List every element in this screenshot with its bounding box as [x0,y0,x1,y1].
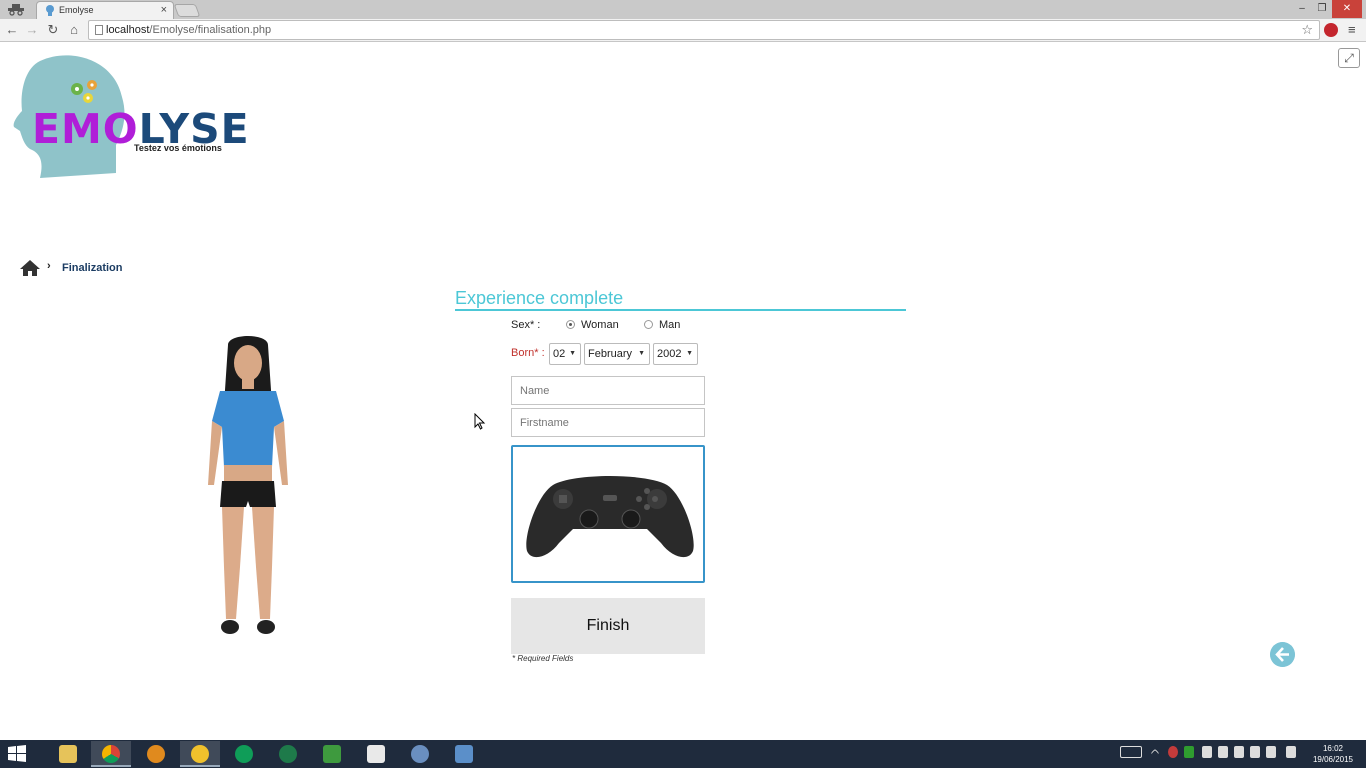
taskbar-clock[interactable]: 16:02 19/06/2015 [1308,743,1358,765]
keyboard-icon[interactable] [1120,746,1142,758]
extension-icon[interactable] [1324,23,1338,37]
app-globe-icon [279,745,297,763]
tray-icon-6[interactable] [1250,746,1260,758]
camtasia-green-icon [323,745,341,763]
folder-icon [59,745,77,763]
taskbar-media-player[interactable] [136,741,176,767]
page-content: ⤢ EMOLYSE Testez vos émotions › Finaliza… [0,43,1366,740]
form-title: Experience complete [455,288,624,308]
browser-tab[interactable]: Emolyse × [36,1,174,19]
breadcrumb-current: Finalization [62,262,123,274]
app-tray-green-icon[interactable] [1184,746,1194,758]
taskbar-hangouts[interactable] [224,741,264,767]
home-icon[interactable] [19,259,41,277]
back-arrow-icon[interactable]: ← [4,22,20,38]
home-browser-icon[interactable]: ⌂ [66,22,82,38]
paint-icon [411,745,429,763]
show-hidden-icons[interactable] [1150,748,1160,758]
clock-date: 19/06/2015 [1312,755,1354,764]
network-icon[interactable] [1266,746,1276,758]
favicon-icon [46,5,54,16]
taskbar-window-app[interactable] [444,741,484,767]
finish-button[interactable]: Finish [511,598,705,654]
browser-titlebar: Emolyse × – ❐ ✕ [0,0,1366,19]
media-player-icon [147,745,165,763]
close-window-button[interactable]: ✕ [1332,0,1362,18]
name-input[interactable] [511,376,705,405]
taskbar-camtasia-recorder[interactable] [356,741,396,767]
radio-man-label[interactable]: Man [659,319,680,331]
address-bar[interactable]: localhost/Emolyse/finalisation.php ☆ [88,20,1320,40]
minimize-button[interactable]: – [1292,0,1312,18]
title-underline [455,309,906,311]
dropdown-arrow-icon: ▼ [686,350,693,357]
logo-tagline: Testez vos émotions [134,143,222,153]
tray-icon-4[interactable] [1218,746,1228,758]
breadcrumb-separator-icon: › [47,260,51,272]
back-circle-arrow-icon[interactable] [1270,642,1295,667]
maximize-button[interactable]: ❐ [1312,0,1332,18]
camtasia-white-icon [367,745,385,763]
taskbar-chrome[interactable] [91,741,131,767]
incognito-user-icon[interactable] [6,3,26,16]
radio-man[interactable] [644,320,653,329]
windows-taskbar: 16:02 19/06/2015 [0,740,1366,768]
dropdown-arrow-icon: ▼ [638,350,645,357]
mouse-cursor-icon [474,413,486,430]
radio-woman[interactable] [566,320,575,329]
reload-icon[interactable]: ↻ [45,22,61,38]
day-select[interactable]: 02 ▼ [549,343,581,365]
year-select[interactable]: 2002 ▼ [653,343,698,365]
tab-title: Emolyse [59,5,94,15]
browser-menu-icon[interactable]: ≡ [1348,22,1356,37]
new-tab-button[interactable] [173,4,201,17]
firstname-input[interactable] [511,408,705,437]
selected-choice-card[interactable] [511,445,705,583]
required-fields-note: * Required Fields [512,654,574,663]
radio-woman-label[interactable]: Woman [581,319,619,331]
taskbar-app-green-yellow[interactable] [268,741,308,767]
browser-toolbar: ← → ↻ ⌂ localhost/Emolyse/finalisation.p… [0,19,1366,42]
volume-icon[interactable] [1286,746,1296,758]
taskbar-app-yellow[interactable] [180,741,220,767]
emolyse-logo[interactable]: EMOLYSE Testez vos émotions [10,53,249,183]
month-select[interactable]: February ▼ [584,343,650,365]
sex-label: Sex* : [511,319,541,331]
tray-icon-5[interactable] [1234,746,1244,758]
tab-close-icon[interactable]: × [161,3,167,18]
chrome-icon [102,745,120,763]
hangouts-icon [235,745,253,763]
clock-time: 16:02 [1322,744,1344,753]
gamepad-icon [526,476,694,558]
avatar-3d-figure [208,336,288,634]
antivirus-icon[interactable] [1168,746,1178,758]
bookmark-star-icon[interactable]: ☆ [1301,22,1313,38]
taskbar-settings-app[interactable] [400,741,440,767]
app-a-icon [191,745,209,763]
taskbar-camtasia[interactable] [312,741,352,767]
forward-arrow-icon[interactable]: → [24,22,40,38]
url-text: localhost/Emolyse/finalisation.php [106,24,272,36]
fullscreen-icon[interactable]: ⤢ [1338,48,1360,68]
dropdown-arrow-icon: ▼ [569,350,576,357]
window-icon [455,745,473,763]
born-label: Born* : [511,347,545,359]
tray-icon-3[interactable] [1202,746,1212,758]
taskbar-file-explorer[interactable] [48,741,88,767]
windows-start-icon[interactable] [6,744,28,764]
page-icon [95,25,103,35]
gears-icon [71,80,97,103]
